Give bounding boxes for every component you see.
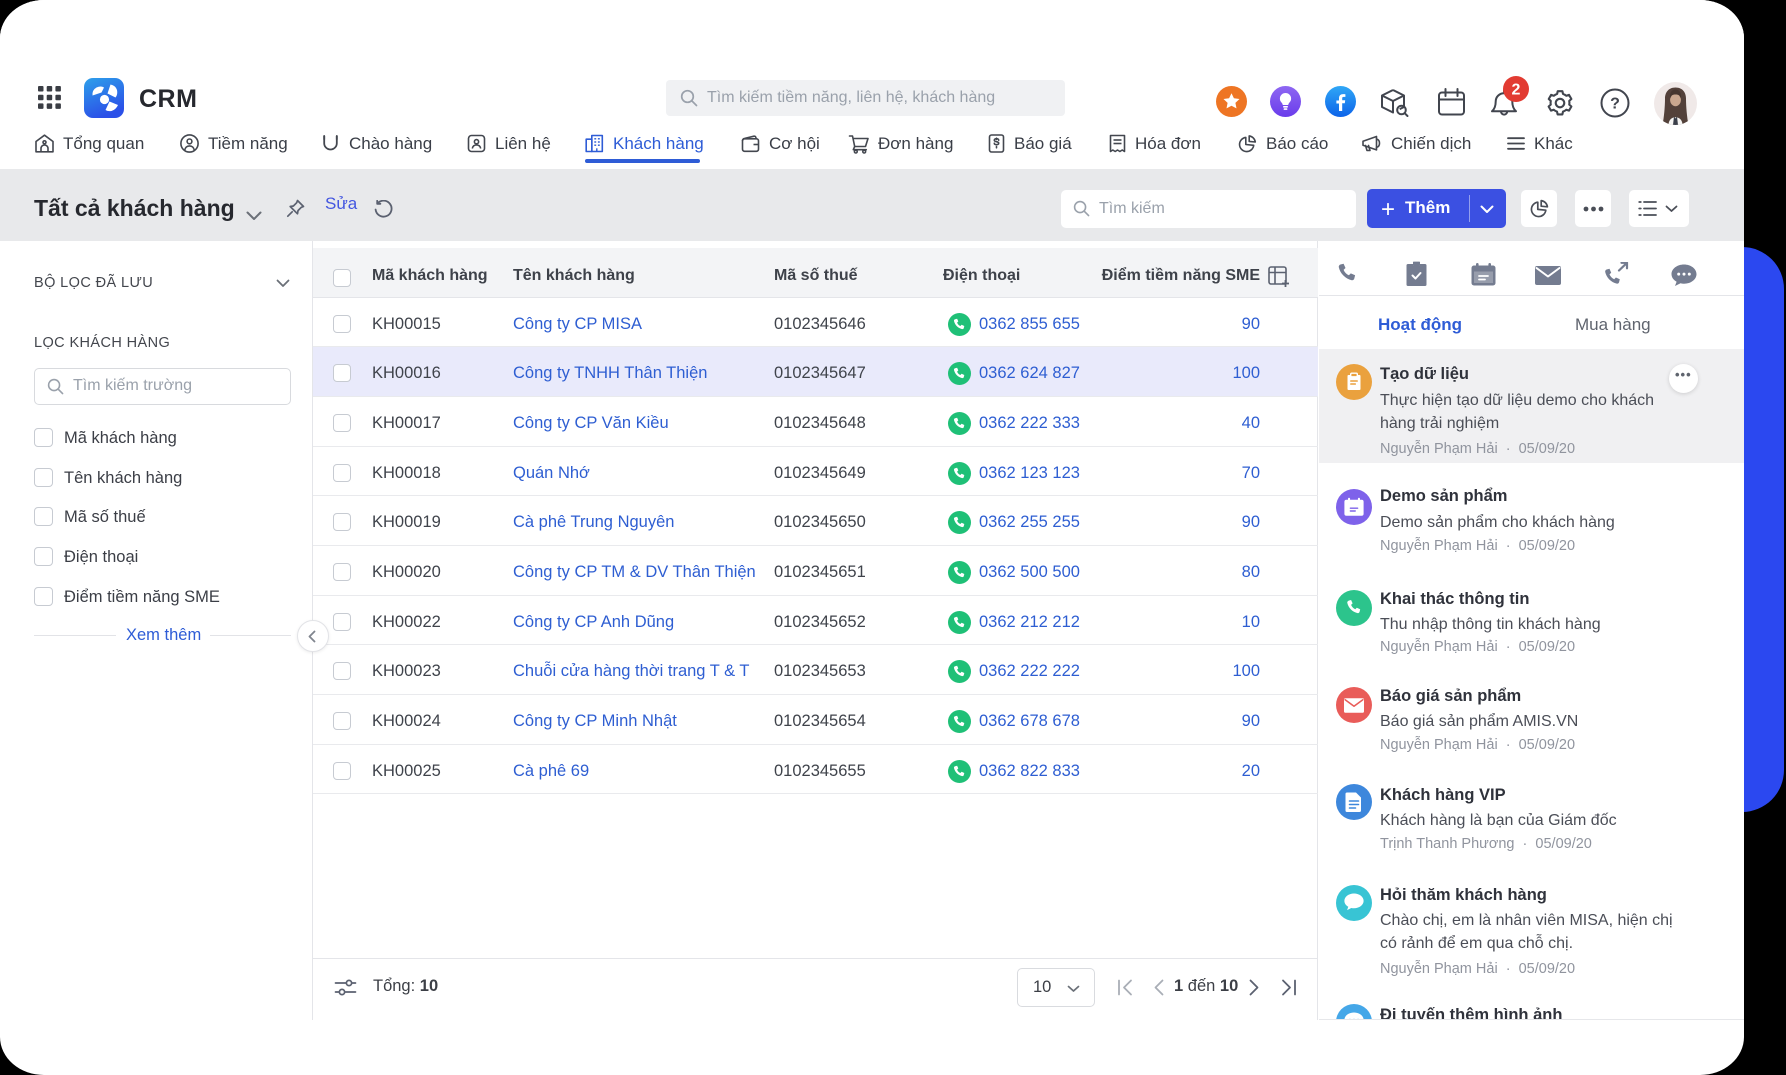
- svg-text:?: ?: [1610, 96, 1620, 113]
- svg-text:2: 2: [1512, 82, 1521, 99]
